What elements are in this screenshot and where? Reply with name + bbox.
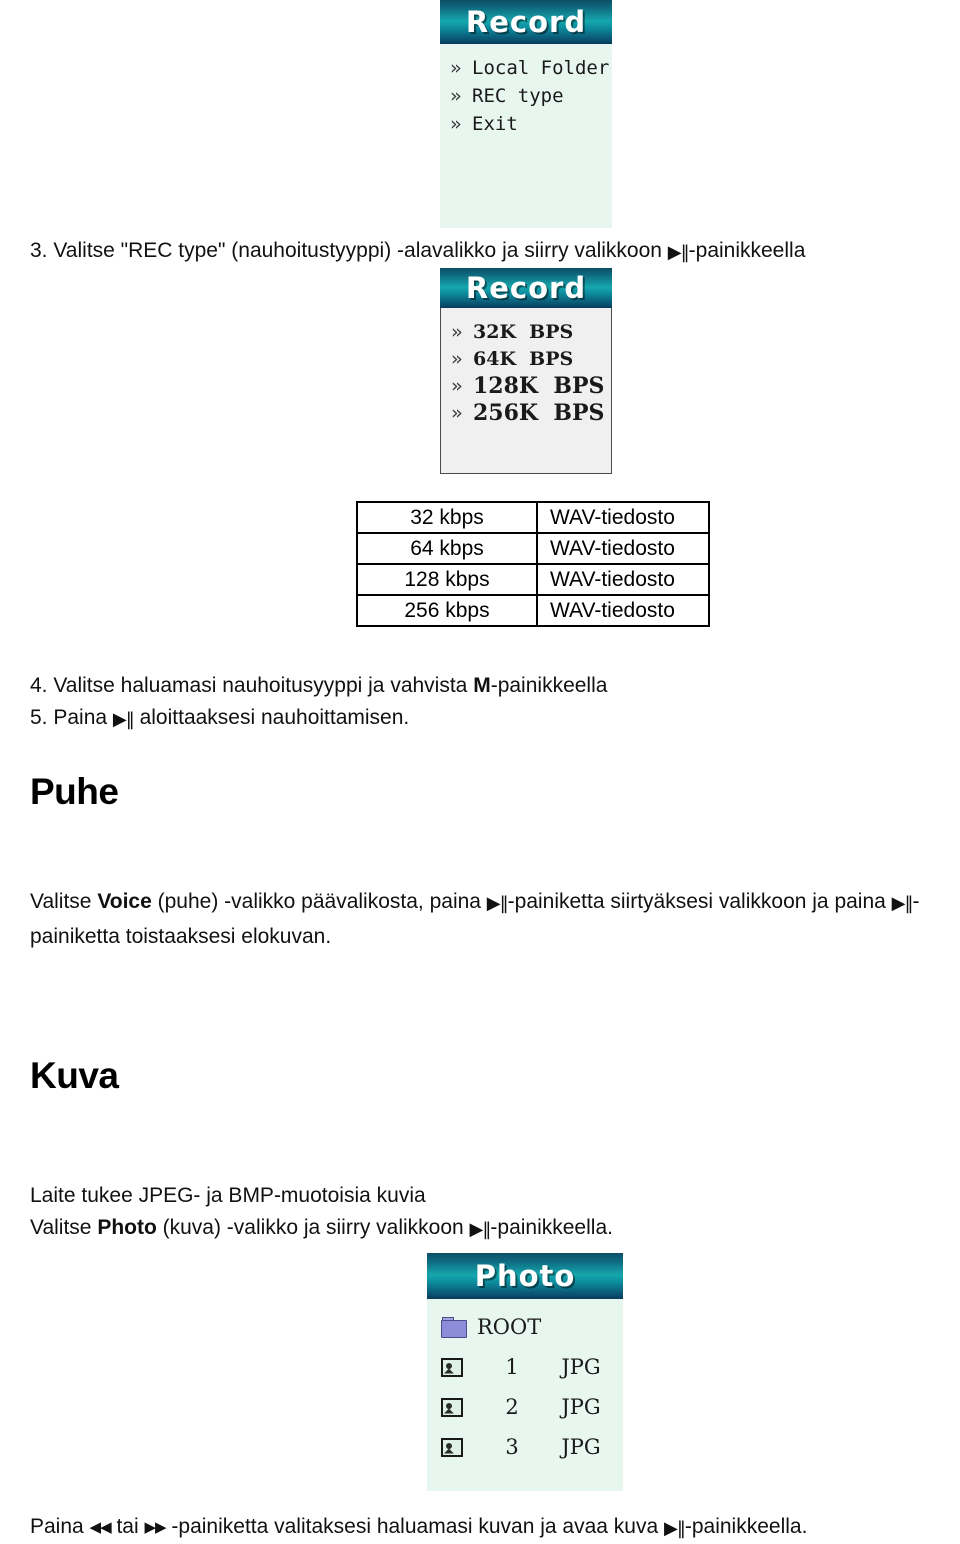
file-name: 1 xyxy=(505,1355,519,1379)
folder-icon xyxy=(441,1317,467,1338)
device-screenshot-record-main: Record » Local Folder » REC type » Exit xyxy=(440,0,612,228)
image-menu-name: Photo xyxy=(97,1216,157,1239)
previous-track-button-icon: ◀◀ xyxy=(89,1518,112,1536)
footer-text-a: Paina xyxy=(30,1515,90,1538)
chevron-right-icon: » xyxy=(450,113,462,135)
image-supported-formats: Laite tukee JPEG- ja BMP-muotoisia kuvia xyxy=(30,1184,426,1207)
device-title-text: Record xyxy=(465,271,587,305)
chevron-right-icon: » xyxy=(450,85,462,107)
table-cell-format: WAV-tiedosto xyxy=(536,563,710,596)
chevron-right-icon: » xyxy=(451,347,463,370)
step-5-text-before: 5. Paina xyxy=(30,706,113,729)
device-screenshot-record-bitrate: Record » 32K BPS » 64K BPS » 128K BPS » … xyxy=(440,268,612,474)
table-cell-bitrate: 32 kbps xyxy=(356,501,538,534)
device-titlebar-record-bitrate: Record xyxy=(440,268,612,308)
device-titlebar-photo: Photo xyxy=(427,1253,623,1299)
step-4-text: 4. Valitse haluamasi nauhoitusyyppi ja v… xyxy=(30,674,474,697)
image-text-c: -painikkeella. xyxy=(490,1216,613,1239)
step-3-text-after: -painikkeella xyxy=(688,239,806,262)
table-cell-format: WAV-tiedosto xyxy=(536,532,710,565)
device-menu-list-record-main: » Local Folder » REC type » Exit xyxy=(440,44,612,228)
menu-item-exit[interactable]: » Exit xyxy=(450,110,612,138)
photo-navigation-instruction: Paina ◀◀ tai ▶▶ -painiketta valitaksesi … xyxy=(30,1509,807,1544)
step-4-instruction: 4. Valitse haluamasi nauhoitusyyppi ja v… xyxy=(30,668,607,703)
file-extension: JPG xyxy=(561,1395,601,1419)
footer-text-c: -painiketta valitaksesi haluamasi kuvan … xyxy=(165,1515,664,1538)
device-title-text: Record xyxy=(465,5,587,39)
footer-text-d: -painikkeella. xyxy=(684,1515,808,1538)
play-pause-button-icon: ▶‖ xyxy=(486,893,509,914)
image-file-icon xyxy=(441,1397,463,1417)
footer-text-b: tai xyxy=(110,1515,145,1538)
play-pause-button-icon: ▶‖ xyxy=(664,1518,686,1539)
table-cell-bitrate: 64 kbps xyxy=(356,532,538,565)
step-4-text-after: -painikkeella xyxy=(490,674,608,697)
table-cell-format: WAV-tiedosto xyxy=(536,501,710,534)
device-screenshot-photo: Photo ROOT 1 JPG 2 JPG 3 JPG xyxy=(427,1253,623,1491)
voice-text-b: (puhe) -valikko päävalikosta, paina xyxy=(151,890,487,913)
step-3-instruction: 3. Valitse "REC type" (nauhoitustyyppi) … xyxy=(30,233,805,268)
menu-item-label: 256K BPS xyxy=(473,399,605,426)
table-row: 64 kbps WAV-tiedosto xyxy=(356,532,710,565)
image-text-b: (kuva) -valikko ja siirry valikkoon xyxy=(156,1216,470,1239)
section-heading-image: Kuva xyxy=(30,1055,119,1096)
table-cell-bitrate: 256 kbps xyxy=(356,594,538,627)
document-page: Record » Local Folder » REC type » Exit … xyxy=(0,0,960,1541)
menu-item-rec-type[interactable]: » REC type xyxy=(450,82,612,110)
menu-item-64k-bps[interactable]: » 64K BPS xyxy=(451,345,611,372)
image-file-icon xyxy=(441,1357,463,1377)
menu-item-label: Exit xyxy=(472,113,518,135)
voice-text-a: Valitse xyxy=(30,890,98,913)
chevron-right-icon: » xyxy=(450,57,462,79)
file-list-item-2[interactable]: 2 JPG xyxy=(441,1387,623,1427)
menu-item-label: REC type xyxy=(472,85,564,107)
voice-text-c: -painiketta siirtyäksesi valikkoon ja pa… xyxy=(507,890,892,913)
table-row: 32 kbps WAV-tiedosto xyxy=(356,501,710,534)
play-pause-button-icon: ▶‖ xyxy=(891,893,914,914)
table-row: 128 kbps WAV-tiedosto xyxy=(356,563,710,596)
play-pause-button-icon: ▶‖ xyxy=(469,1219,492,1240)
menu-item-128k-bps[interactable]: » 128K BPS xyxy=(451,372,611,399)
chevron-right-icon: » xyxy=(451,374,463,397)
step-3-text-before: Valitse "REC type" (nauhoitustyyppi) -al… xyxy=(53,239,668,262)
step-3-number: 3. xyxy=(30,239,54,262)
play-pause-button-icon: ▶‖ xyxy=(112,709,135,730)
file-list-item-3[interactable]: 3 JPG xyxy=(441,1427,623,1467)
device-file-list-photo: ROOT 1 JPG 2 JPG 3 JPG xyxy=(427,1299,623,1491)
step-4-button-name: M xyxy=(473,674,491,697)
device-titlebar-record-main: Record xyxy=(440,0,612,44)
image-text-a: Valitse xyxy=(30,1216,98,1239)
play-pause-button-icon: ▶‖ xyxy=(667,242,690,263)
device-title-text: Photo xyxy=(474,1259,576,1293)
menu-item-label: 32K BPS xyxy=(473,320,574,343)
menu-item-local-folder[interactable]: » Local Folder xyxy=(450,54,612,82)
file-list-root-label: ROOT xyxy=(477,1315,542,1339)
next-track-button-icon: ▶▶ xyxy=(144,1518,166,1536)
file-extension: JPG xyxy=(561,1355,601,1379)
menu-item-label: 128K BPS xyxy=(473,372,605,399)
file-name: 3 xyxy=(505,1435,519,1459)
menu-item-32k-bps[interactable]: » 32K BPS xyxy=(451,318,611,345)
section-heading-voice: Puhe xyxy=(30,771,119,812)
table-row: 256 kbps WAV-tiedosto xyxy=(356,594,710,627)
table-cell-format: WAV-tiedosto xyxy=(536,594,710,627)
table-cell-bitrate: 128 kbps xyxy=(356,563,538,596)
step-5-instruction: 5. Paina ▶‖ aloittaaksesi nauhoittamisen… xyxy=(30,700,409,735)
file-list-item-root[interactable]: ROOT xyxy=(441,1307,623,1347)
voice-menu-name: Voice xyxy=(97,890,152,913)
device-menu-list-record-bitrate: » 32K BPS » 64K BPS » 128K BPS » 256K BP… xyxy=(440,308,612,474)
bitrate-format-table: 32 kbps WAV-tiedosto 64 kbps WAV-tiedost… xyxy=(356,501,710,627)
chevron-right-icon: » xyxy=(451,401,463,424)
file-extension: JPG xyxy=(561,1435,601,1459)
menu-item-label: 64K BPS xyxy=(473,347,574,370)
voice-section-paragraph: Valitse Voice (puhe) -valikko päävalikos… xyxy=(30,884,936,954)
menu-item-label: Local Folder xyxy=(472,57,610,79)
image-select-menu-instruction: Valitse Photo (kuva) -valikko ja siirry … xyxy=(30,1210,613,1245)
chevron-right-icon: » xyxy=(451,320,463,343)
menu-item-256k-bps[interactable]: » 256K BPS xyxy=(451,399,611,426)
file-list-item-1[interactable]: 1 JPG xyxy=(441,1347,623,1387)
step-5-text-after: aloittaaksesi nauhoittamisen. xyxy=(133,706,410,729)
file-name: 2 xyxy=(505,1395,519,1419)
image-file-icon xyxy=(441,1437,463,1457)
